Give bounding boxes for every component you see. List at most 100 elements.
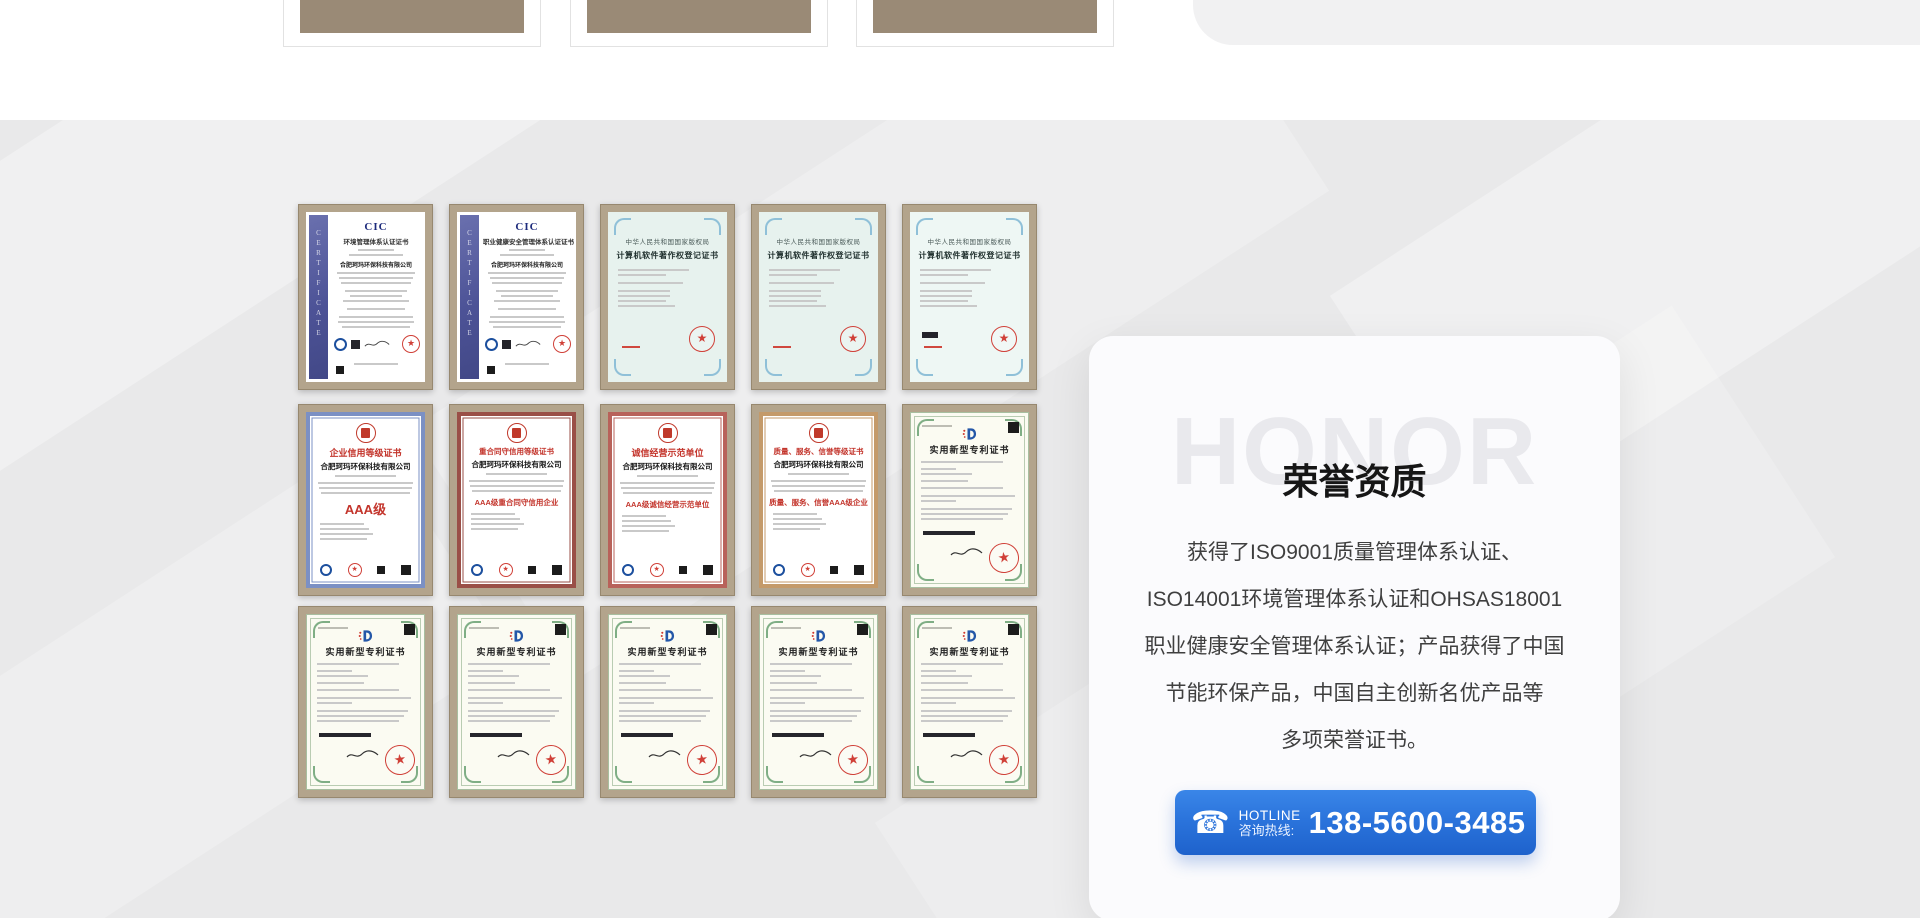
text-line-placeholder [468,663,550,665]
text-line-placeholder [345,290,407,292]
honor-panel: HONOR 荣誉资质 获得了ISO9001质量管理体系认证、 ISO14001环… [1089,336,1620,918]
certificate-patent[interactable]: 实用新型专利证书 ★ [751,606,886,798]
certificate-credit[interactable]: 企业信用等级证书 合肥珂玛环保科技有限公司 AAA级 ★ [298,404,433,596]
certificate-page: 中华人民共和国国家版权局 计算机软件著作权登记证书 ★ [910,212,1029,382]
text-line-placeholder [342,326,411,328]
corner-ornament [464,766,481,783]
corner-ornament [917,766,934,783]
accreditation-mark-icon [351,340,360,349]
text-line-placeholder [339,316,413,318]
certificate-title: 质量、服务、信誉等级证书 [763,446,874,457]
certificate-copyright[interactable]: 中华人民共和国国家版权局 计算机软件著作权登记证书 ★ [600,204,735,390]
qr-code [857,624,868,635]
text-line-placeholder [318,482,413,484]
corner-ornament [765,359,782,376]
text-line-placeholder [920,305,977,307]
decoration [814,428,823,438]
certificate-patent[interactable]: 实用新型专利证书 ★ [600,606,735,798]
barcode [319,733,371,737]
text-line-placeholder [490,316,564,318]
hotline-labels: HOTLINE 咨询热线: [1239,808,1301,838]
text-line-placeholder [622,530,669,532]
text-line-placeholder [317,702,352,704]
text-line-placeholder [921,468,956,470]
certificate-patent[interactable]: 实用新型专利证书 ★ [298,606,433,798]
signature-mark [515,340,541,349]
text-line-placeholder [470,485,563,487]
cut-off-panel [1193,0,1920,45]
text-line-placeholder [341,282,411,284]
certificate-cic[interactable]: CERTIFICATE CIC 职业健康安全管理体系认证证书 合肥珂玛环保科技有… [449,204,584,390]
text-line-placeholder [622,525,675,527]
text-line-placeholder [350,295,403,297]
certificate-number [773,346,791,348]
text-line-placeholder [619,663,701,665]
text-line-placeholder [347,308,405,310]
text-line-placeholder [492,282,562,284]
signature-mark [364,340,390,349]
certificate-cic[interactable]: CERTIFICATE CIC 环境管理体系认证证书 合肥珂玛环保科技有限公司 … [298,204,433,390]
text-line-placeholder [920,274,968,276]
certificate-title: 实用新型专利证书 [458,645,575,658]
text-line-placeholder [469,480,564,482]
certificate-credit[interactable]: 质量、服务、信誉等级证书 合肥珂玛环保科技有限公司 质量、服务、信誉AAA级企业… [751,404,886,596]
certificate-company: 合肥珂玛环保科技有限公司 [612,461,723,472]
text-line-placeholder [317,670,352,672]
certificate-copyright[interactable]: 中华人民共和国国家版权局 计算机软件著作权登记证书 ★ [751,204,886,390]
text-line-placeholder [920,290,972,292]
signature-mark [798,749,832,761]
certificate-page: 实用新型专利证书 ★ [608,614,727,790]
hotline-label-zh: 咨询热线: [1239,823,1301,838]
text-line-placeholder [770,720,852,722]
red-seal-icon: ★ [991,326,1017,352]
text-line-placeholder [619,670,654,672]
round-logo-icon [622,564,634,576]
barcode [923,733,975,737]
corner-ornament [1006,359,1023,376]
text-line-placeholder [320,533,373,535]
round-logo-icon [471,564,483,576]
certificate-patent[interactable]: 实用新型专利证书 ★ [902,404,1037,596]
text-line-placeholder [489,321,565,323]
certificate-credit[interactable]: 诚信经营示范单位 合肥珂玛环保科技有限公司 AAA级诚信经营示范单位 ★ [600,404,735,596]
text-line-placeholder [769,274,817,276]
round-logo-icon [773,564,785,576]
project-photo-card[interactable] [856,0,1114,47]
project-photo-card[interactable] [570,0,828,47]
project-photo-card[interactable] [283,0,541,47]
text-line-placeholder [317,682,364,684]
description-line: 职业健康安全管理体系认证；产品获得了中国 [1089,623,1620,670]
certificate-title: 计算机软件著作权登记证书 [910,250,1029,261]
certificate-authority: 中华人民共和国国家版权局 [910,236,1029,246]
text-line-placeholder [788,473,849,475]
text-line-placeholder [496,290,558,292]
certificate-title: 实用新型专利证书 [307,645,424,658]
text-line-placeholder [468,702,503,704]
text-line-placeholder [317,710,408,712]
text-line-placeholder [320,523,364,525]
red-seal-icon: ★ [801,563,815,577]
certificate-patent[interactable]: 实用新型专利证书 ★ [902,606,1037,798]
text-line-placeholder [773,528,820,530]
certificate-patent[interactable]: 实用新型专利证书 ★ [449,606,584,798]
corner-ornament [464,621,481,638]
text-line-placeholder [358,249,393,251]
text-line-placeholder [618,305,675,307]
text-line-placeholder [468,682,515,684]
honor-section: CERTIFICATE CIC 环境管理体系认证证书 合肥珂玛环保科技有限公司 … [0,120,1920,918]
certificate-title: 环境管理体系认证证书 [332,236,420,246]
text-line-placeholder [770,670,805,672]
certificate-copyright[interactable]: 中华人民共和国国家版权局 计算机软件著作权登记证书 ★ [902,204,1037,390]
text-line-placeholder [637,475,698,477]
text-line-placeholder [623,492,712,494]
text-line-placeholder [772,485,865,487]
hotline-button[interactable]: ☎ HOTLINE 咨询热线: 138-5600-3485 [1175,790,1536,855]
text-line-placeholder [619,682,666,684]
barcode [470,733,522,737]
text-line-placeholder [619,697,713,699]
certificate-number [622,346,640,348]
text-line-placeholder [920,269,991,271]
certificate-credit[interactable]: 重合同守信用等级证书 合肥珂玛环保科技有限公司 AAA级重合同守信用企业 ★ [449,404,584,596]
text-line-placeholder [335,475,396,477]
certificate-page: 重合同守信用等级证书 合肥珂玛环保科技有限公司 AAA级重合同守信用企业 ★ [457,412,576,588]
